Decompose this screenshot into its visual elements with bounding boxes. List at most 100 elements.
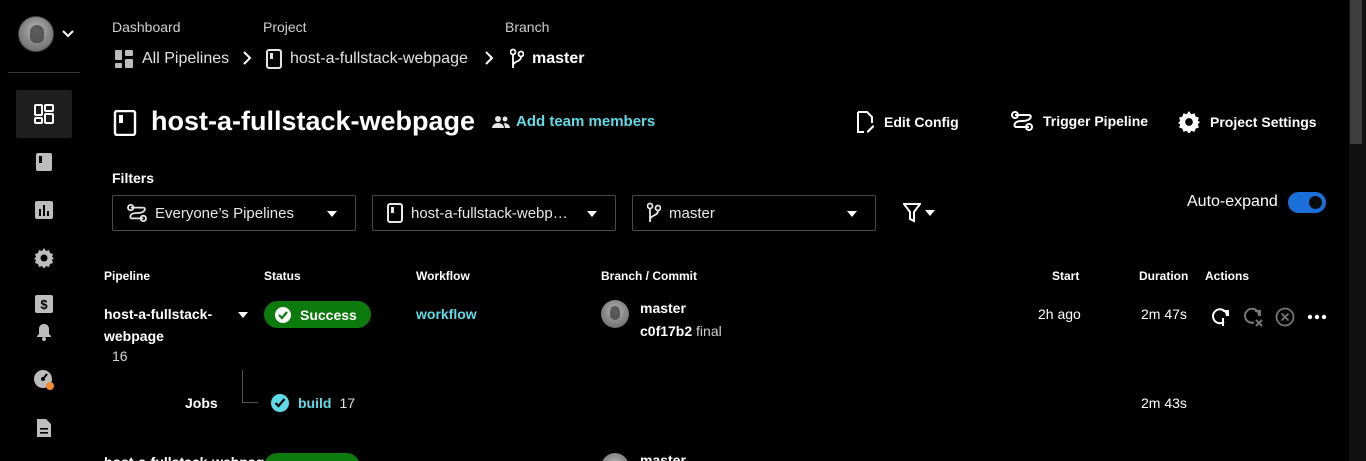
trigger-pipeline-label: Trigger Pipeline: [1043, 113, 1149, 129]
column-header-pipeline: Pipeline: [104, 269, 151, 283]
chart-icon: [35, 201, 53, 219]
people-icon: [492, 115, 510, 129]
breadcrumb-project-label: Project: [263, 19, 307, 35]
dashboard-icon: [114, 49, 134, 69]
branch-filter-value: master: [669, 204, 715, 222]
scrollbar-thumb[interactable]: [1350, 0, 1362, 144]
edit-config-button[interactable]: Edit Config: [856, 111, 959, 133]
page-title: host-a-fullstack-webpage: [151, 106, 476, 136]
project-filter-select[interactable]: host-a-fullstack-webp…: [372, 195, 616, 231]
caret-down-icon: [587, 211, 597, 217]
sidebar-item-notifications[interactable]: [16, 310, 72, 354]
project-icon: [35, 152, 53, 172]
branch-filter-select[interactable]: master: [632, 195, 876, 231]
sidebar: $: [0, 0, 88, 461]
branch-name[interactable]: master: [640, 300, 686, 316]
column-header-status: Status: [264, 269, 301, 283]
breadcrumb-all-pipelines[interactable]: All Pipelines: [114, 47, 229, 71]
rerun-icon[interactable]: [1211, 307, 1231, 327]
auto-expand-toggle[interactable]: [1288, 192, 1326, 213]
gauge-icon: [33, 369, 55, 391]
project-filter-value: host-a-fullstack-webp…: [411, 204, 568, 222]
pipeline-number: 16: [112, 348, 128, 364]
tree-connector: [242, 402, 258, 403]
check-circle-icon: [270, 393, 290, 413]
check-circle-icon: [274, 306, 292, 324]
duration: 2m 47s: [1141, 306, 1187, 322]
column-header-duration: Duration: [1139, 269, 1189, 283]
breadcrumb-all-pipelines-label: All Pipelines: [142, 50, 230, 67]
avatar: [601, 453, 629, 461]
breadcrumb-dashboard-label: Dashboard: [112, 19, 181, 35]
status-badge[interactable]: Success: [264, 301, 371, 328]
caret-down-icon: [925, 210, 935, 216]
caret-down-icon: [847, 211, 857, 217]
job-name[interactable]: build: [298, 395, 331, 411]
commit-message: final: [696, 323, 722, 339]
pipeline-icon: [127, 204, 147, 222]
more-filters-button[interactable]: [903, 203, 935, 223]
chevron-right-icon: [242, 51, 252, 65]
project-icon: [113, 110, 137, 136]
dashboard-icon: [34, 104, 54, 124]
sidebar-item-insights[interactable]: [16, 186, 72, 234]
status-badge[interactable]: [264, 453, 360, 461]
project-settings-button[interactable]: Project Settings: [1178, 111, 1317, 133]
chevron-down-icon[interactable]: [62, 30, 74, 38]
status-label: Success: [300, 306, 357, 323]
avatar[interactable]: [18, 16, 54, 52]
job-item[interactable]: build 17: [270, 393, 355, 413]
branch-icon: [647, 202, 661, 224]
start-time: 2h ago: [1038, 306, 1081, 322]
chevron-right-icon: [484, 51, 494, 65]
pipelines-filter-value: Everyone’s Pipelines: [155, 204, 294, 222]
sidebar-item-dashboard[interactable]: [16, 90, 72, 138]
sidebar-item-projects[interactable]: [16, 138, 72, 186]
job-duration: 2m 43s: [1141, 395, 1187, 411]
cancel-icon[interactable]: [1275, 307, 1295, 327]
breadcrumb-branch-value: master: [532, 50, 585, 67]
edit-file-icon: [856, 111, 874, 133]
add-team-members-link[interactable]: Add team members: [492, 113, 655, 130]
column-header-start: Start: [1052, 269, 1080, 283]
branch-name[interactable]: master: [640, 452, 686, 461]
auto-expand-label: Auto-expand: [1187, 193, 1278, 210]
edit-config-label: Edit Config: [884, 114, 959, 130]
breadcrumb-project[interactable]: host-a-fullstack-webpage: [266, 47, 468, 71]
sidebar-divider: [8, 72, 80, 73]
workflow-link[interactable]: workflow: [416, 306, 477, 322]
avatar: [601, 300, 629, 328]
breadcrumb-branch-label: Branch: [505, 19, 550, 35]
commit-info[interactable]: c0f17b2 final: [640, 323, 722, 339]
project-icon: [266, 49, 282, 69]
filters-label: Filters: [112, 170, 155, 186]
column-header-actions: Actions: [1205, 269, 1250, 283]
pipeline-name[interactable]: host-a-fullstack-webpage: [104, 454, 272, 461]
user-menu[interactable]: [18, 16, 74, 52]
commit-hash: c0f17b2: [640, 323, 693, 339]
more-options-icon[interactable]: [1307, 314, 1327, 320]
project-icon: [387, 203, 403, 223]
trigger-pipeline-button[interactable]: Trigger Pipeline: [1011, 111, 1148, 131]
sidebar-item-settings[interactable]: [16, 234, 72, 282]
sidebar-item-docs[interactable]: [16, 404, 72, 452]
job-number: 17: [339, 395, 356, 411]
pipeline-icon: [1011, 111, 1033, 131]
tree-connector: [242, 370, 243, 402]
sidebar-item-status[interactable]: [16, 356, 72, 404]
rerun-failed-icon[interactable]: [1243, 307, 1263, 327]
project-settings-label: Project Settings: [1210, 114, 1317, 130]
add-team-members-label: Add team members: [516, 113, 656, 130]
caret-down-icon: [327, 211, 337, 217]
column-header-branch-commit: Branch / Commit: [601, 269, 698, 283]
breadcrumb-branch[interactable]: master: [510, 47, 584, 71]
breadcrumb-project-value: host-a-fullstack-webpage: [290, 50, 468, 67]
pipeline-name[interactable]: host-a-fullstack-webpage: [104, 303, 224, 347]
document-icon: [36, 418, 52, 438]
jobs-label: Jobs: [185, 395, 218, 411]
pipelines-filter-select[interactable]: Everyone’s Pipelines: [112, 195, 356, 231]
column-header-workflow: Workflow: [416, 269, 470, 283]
caret-down-icon[interactable]: [238, 312, 248, 318]
bell-icon: [36, 323, 52, 341]
filter-icon: [903, 203, 921, 223]
